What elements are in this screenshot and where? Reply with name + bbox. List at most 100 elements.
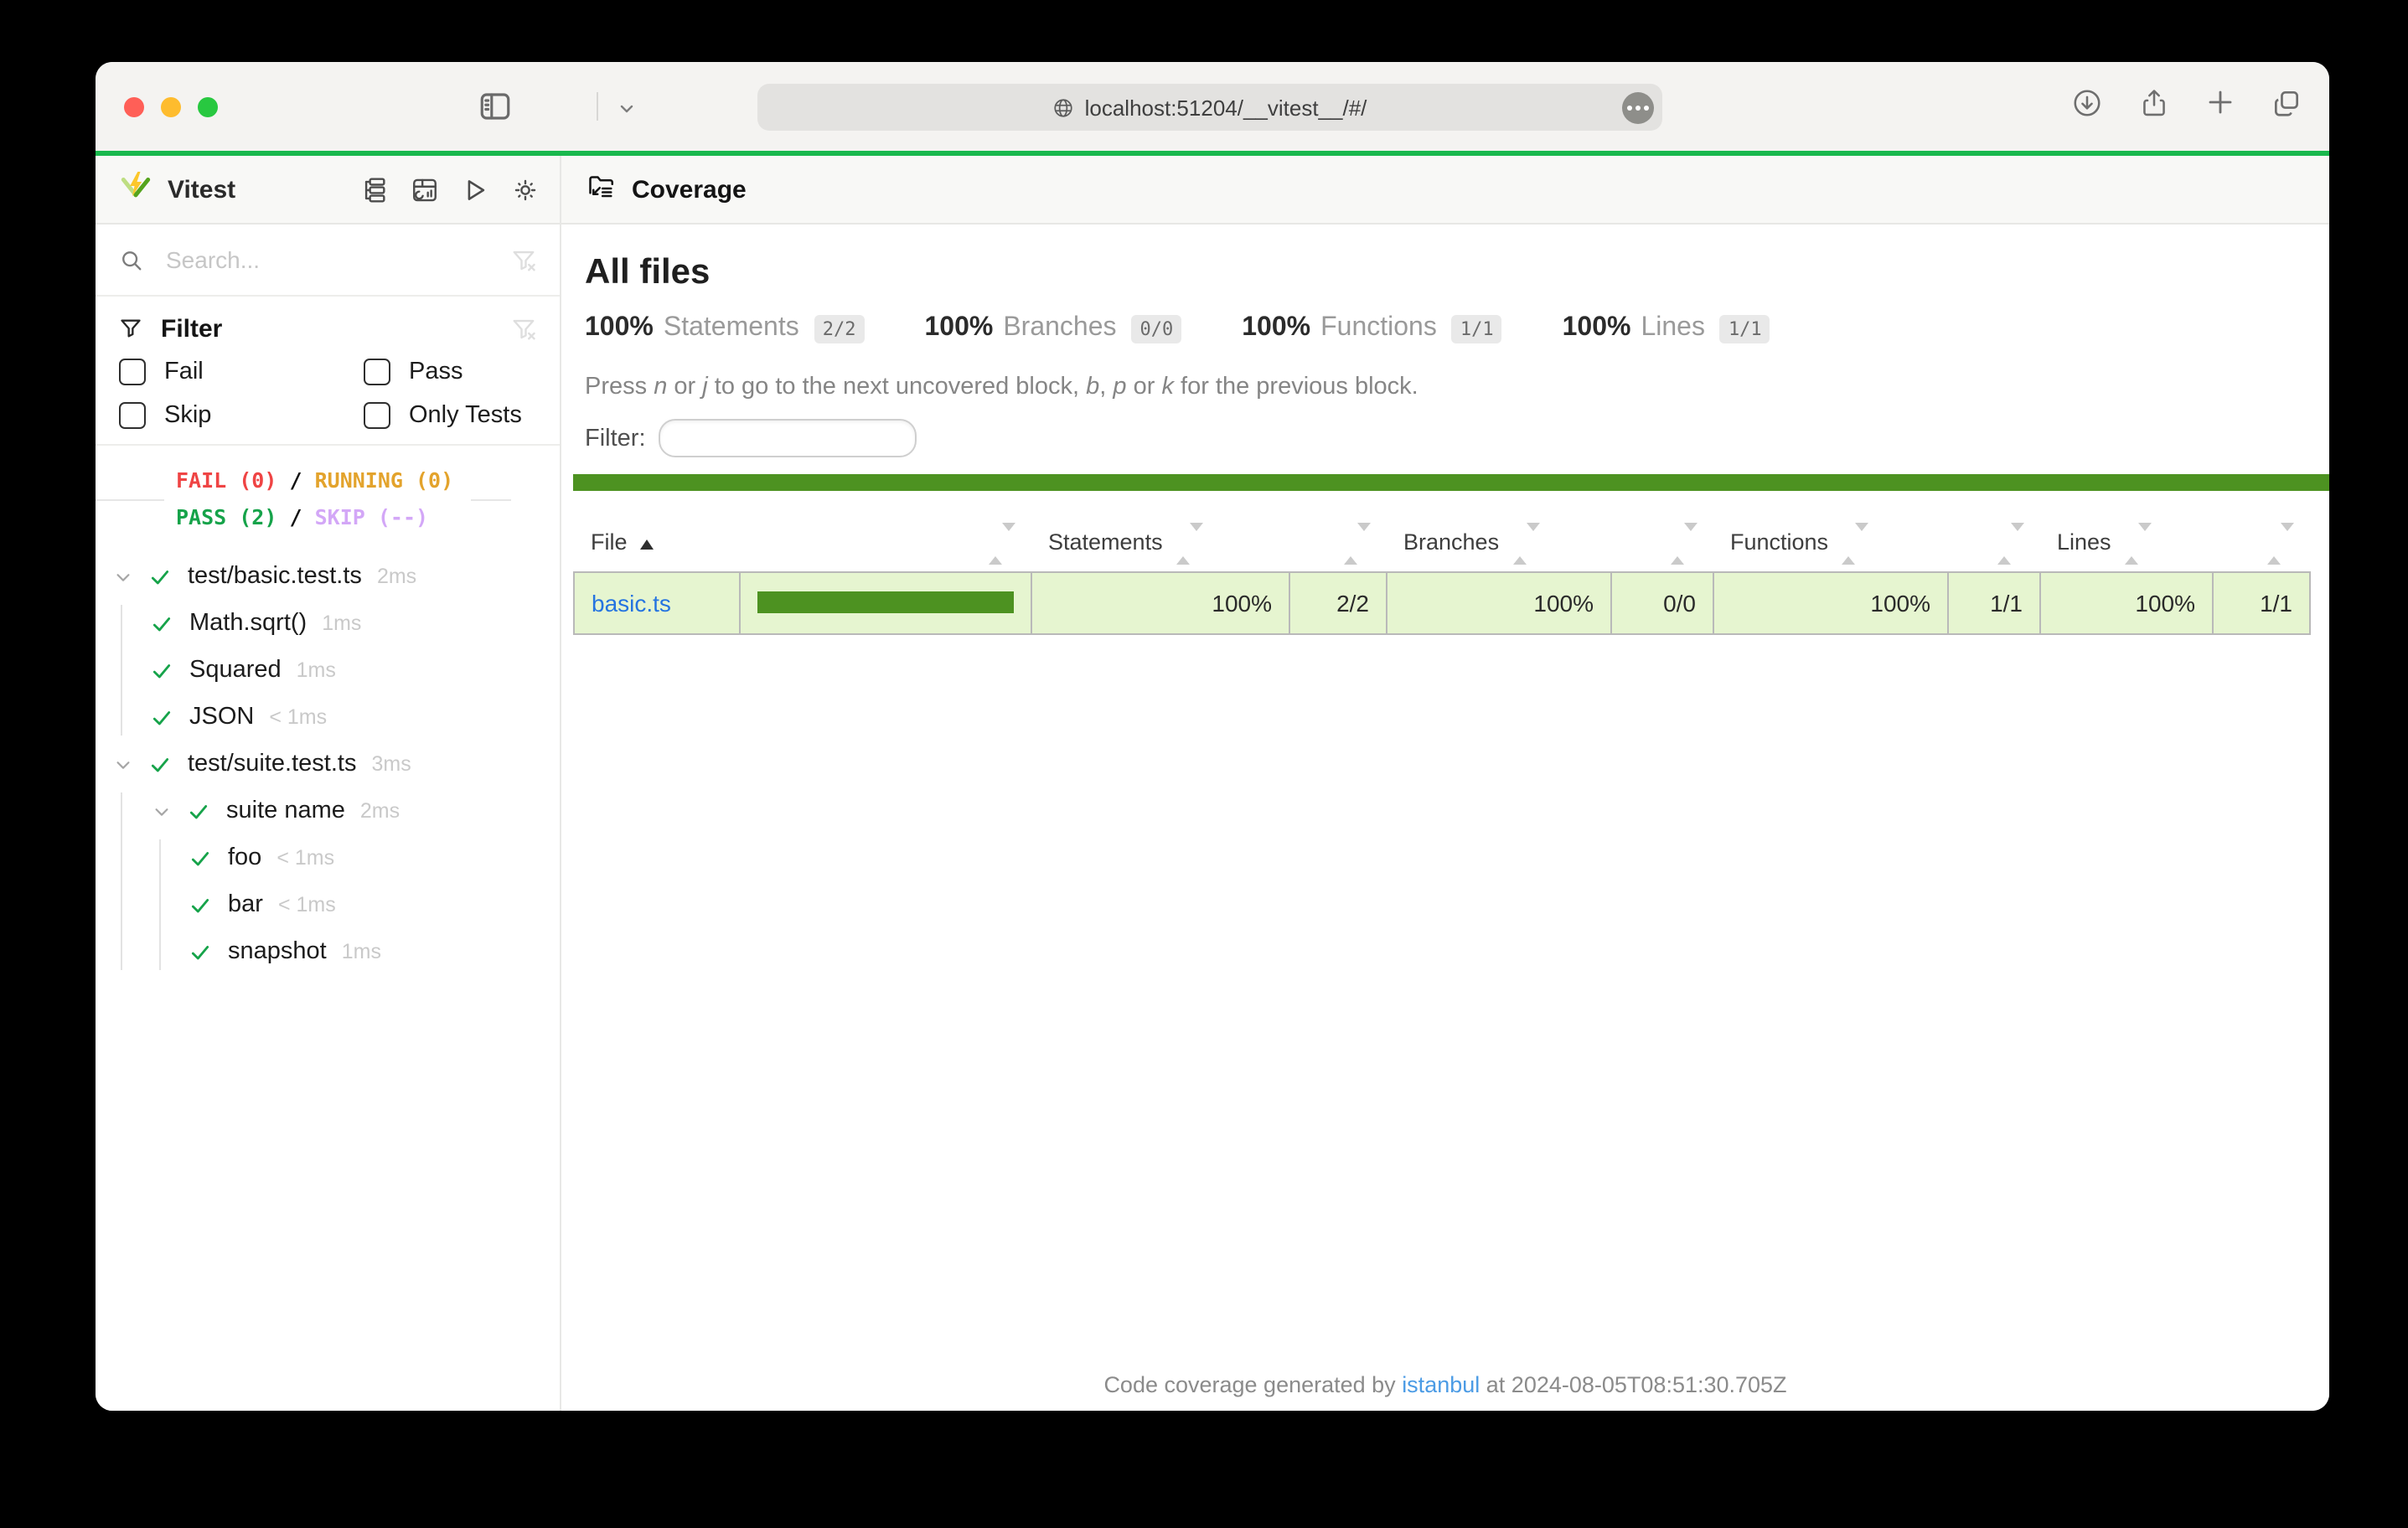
test-name: test/basic.test.ts (188, 563, 362, 590)
sort-icon[interactable] (2125, 531, 2152, 556)
tree-guide-line (121, 792, 122, 970)
sidebar-toggle-icon[interactable] (478, 89, 513, 132)
sort-icon[interactable] (1997, 531, 2023, 556)
coverage-value-cell: 100% (1387, 572, 1611, 634)
checkbox-box[interactable] (364, 359, 390, 385)
test-duration: < 1ms (278, 893, 336, 916)
tree-leaf-math-sqrt[interactable]: Math.sqrt()1ms (96, 600, 560, 647)
stat-percent: 100% (1563, 313, 1631, 343)
test-name: snapshot (228, 938, 327, 965)
pass-check-icon (151, 659, 173, 681)
test-duration: 2ms (360, 799, 400, 823)
dashboard-icon[interactable] (411, 175, 439, 204)
coverage-value-cell: 100% (2040, 572, 2213, 634)
share-icon[interactable] (2138, 86, 2170, 126)
column-sorter[interactable] (1611, 514, 1713, 572)
checkbox-label: Skip (164, 402, 211, 429)
sort-icon[interactable] (1670, 531, 1697, 556)
stat-label: Branches (1003, 313, 1116, 343)
tree-leaf-foo[interactable]: foo< 1ms (96, 834, 560, 881)
filter-checkbox-skip[interactable]: Skip (119, 402, 364, 429)
filter-checkbox-only-tests[interactable]: Only Tests (364, 402, 536, 429)
clear-filter-icon[interactable] (511, 316, 536, 341)
checkbox-box[interactable] (119, 402, 146, 429)
sort-icon[interactable] (2266, 531, 2293, 556)
tree-leaf-json[interactable]: JSON< 1ms (96, 694, 560, 741)
sort-icon[interactable] (988, 531, 1015, 556)
downloads-icon[interactable] (2071, 86, 2103, 126)
column-header-statements[interactable]: Statements (1031, 514, 1289, 572)
test-summary: FAIL (0) / RUNNING (0) PASS (2) / SKIP (… (96, 462, 560, 536)
sort-icon[interactable] (1842, 531, 1868, 556)
column-sorter[interactable] (740, 514, 1031, 572)
search-row (96, 225, 560, 297)
tree-leaf-squared[interactable]: Squared1ms (96, 647, 560, 694)
toolbar-divider (597, 92, 598, 121)
column-sorter[interactable] (2213, 514, 2310, 572)
filter-checkbox-pass[interactable]: Pass (364, 359, 536, 385)
new-tab-icon[interactable] (2205, 87, 2235, 126)
coverage-filter-input[interactable] (659, 419, 917, 457)
file-link[interactable]: basic.ts (592, 590, 671, 617)
search-input[interactable] (163, 245, 493, 275)
chevron-down-icon[interactable] (617, 97, 637, 127)
run-all-icon[interactable] (461, 175, 489, 204)
column-label: Statements (1048, 529, 1163, 555)
column-header-functions[interactable]: Functions (1713, 514, 1948, 572)
theme-toggle-icon[interactable] (511, 175, 540, 204)
column-sorter[interactable] (1289, 514, 1387, 572)
coverage-status-bar (573, 474, 2329, 491)
tree-view-icon[interactable] (360, 175, 389, 204)
zoom-window-button[interactable] (198, 97, 218, 117)
close-window-button[interactable] (124, 97, 144, 117)
checkbox-label: Pass (409, 359, 463, 385)
coverage-value-cell: 1/1 (2213, 572, 2310, 634)
chevron-down-icon[interactable] (114, 755, 132, 773)
tree-leaf-snapshot[interactable]: snapshot1ms (96, 928, 560, 975)
pass-check-icon (189, 894, 211, 916)
test-tree: test/basic.test.ts 2ms Math.sqrt()1msSquar… (96, 553, 560, 1411)
coverage-heading: All files (585, 253, 2329, 293)
hint-text: p (1113, 374, 1126, 400)
summary-line-1: FAIL (0) / RUNNING (0) (176, 462, 453, 499)
sort-icon[interactable] (1176, 531, 1203, 556)
tree-node-suite-name[interactable]: suite name2ms (96, 787, 560, 834)
tree-node-test-basic-test-ts[interactable]: test/basic.test.ts 2ms (96, 553, 560, 600)
hint-text: , (1099, 374, 1113, 400)
tree-node-test-suite-test-ts[interactable]: test/suite.test.ts3ms (96, 741, 560, 787)
address-bar[interactable]: localhost:51204/__vitest__/#/ (757, 84, 1662, 131)
istanbul-link[interactable]: istanbul (1402, 1372, 1480, 1397)
column-header-file[interactable]: File (574, 514, 740, 572)
pass-check-icon (149, 565, 171, 587)
column-header-branches[interactable]: Branches (1387, 514, 1611, 572)
stat-statements: 100%Statements2/2 (585, 313, 864, 343)
coverage-bar-cell (740, 572, 1031, 634)
filter-checkboxes: Fail Pass Skip Only Tests (119, 359, 536, 429)
hint-text: or (1127, 374, 1162, 400)
stat-fraction: 1/1 (1720, 314, 1770, 343)
hint-text: k (1161, 374, 1174, 400)
tree-leaf-bar[interactable]: bar< 1ms (96, 881, 560, 928)
column-label: Branches (1403, 529, 1499, 555)
sort-icon[interactable] (1343, 531, 1370, 556)
stat-branches: 100%Branches0/0 (924, 313, 1181, 343)
checkbox-box[interactable] (119, 359, 146, 385)
column-header-lines[interactable]: Lines (2040, 514, 2213, 572)
test-duration: 2ms (377, 565, 416, 588)
chevron-down-icon[interactable] (114, 567, 132, 586)
clear-search-filter-icon[interactable] (511, 247, 536, 272)
browser-window: localhost:51204/__vitest__/#/ (96, 62, 2329, 1411)
checkbox-box[interactable] (364, 402, 390, 429)
tab-overview-icon[interactable] (2271, 86, 2302, 126)
filter-checkbox-fail[interactable]: Fail (119, 359, 364, 385)
pass-count: PASS (2) (176, 504, 276, 529)
minimize-window-button[interactable] (161, 97, 181, 117)
stat-percent: 100% (924, 313, 993, 343)
page-settings-button[interactable] (1622, 91, 1654, 123)
app-title: Vitest (168, 175, 235, 204)
sort-ascending-icon (641, 539, 654, 550)
sort-icon[interactable] (1512, 531, 1539, 556)
chevron-down-icon[interactable] (152, 802, 171, 820)
column-sorter[interactable] (1948, 514, 2040, 572)
filter-section: Filter FailPassSkipOnly Tests (96, 297, 560, 446)
